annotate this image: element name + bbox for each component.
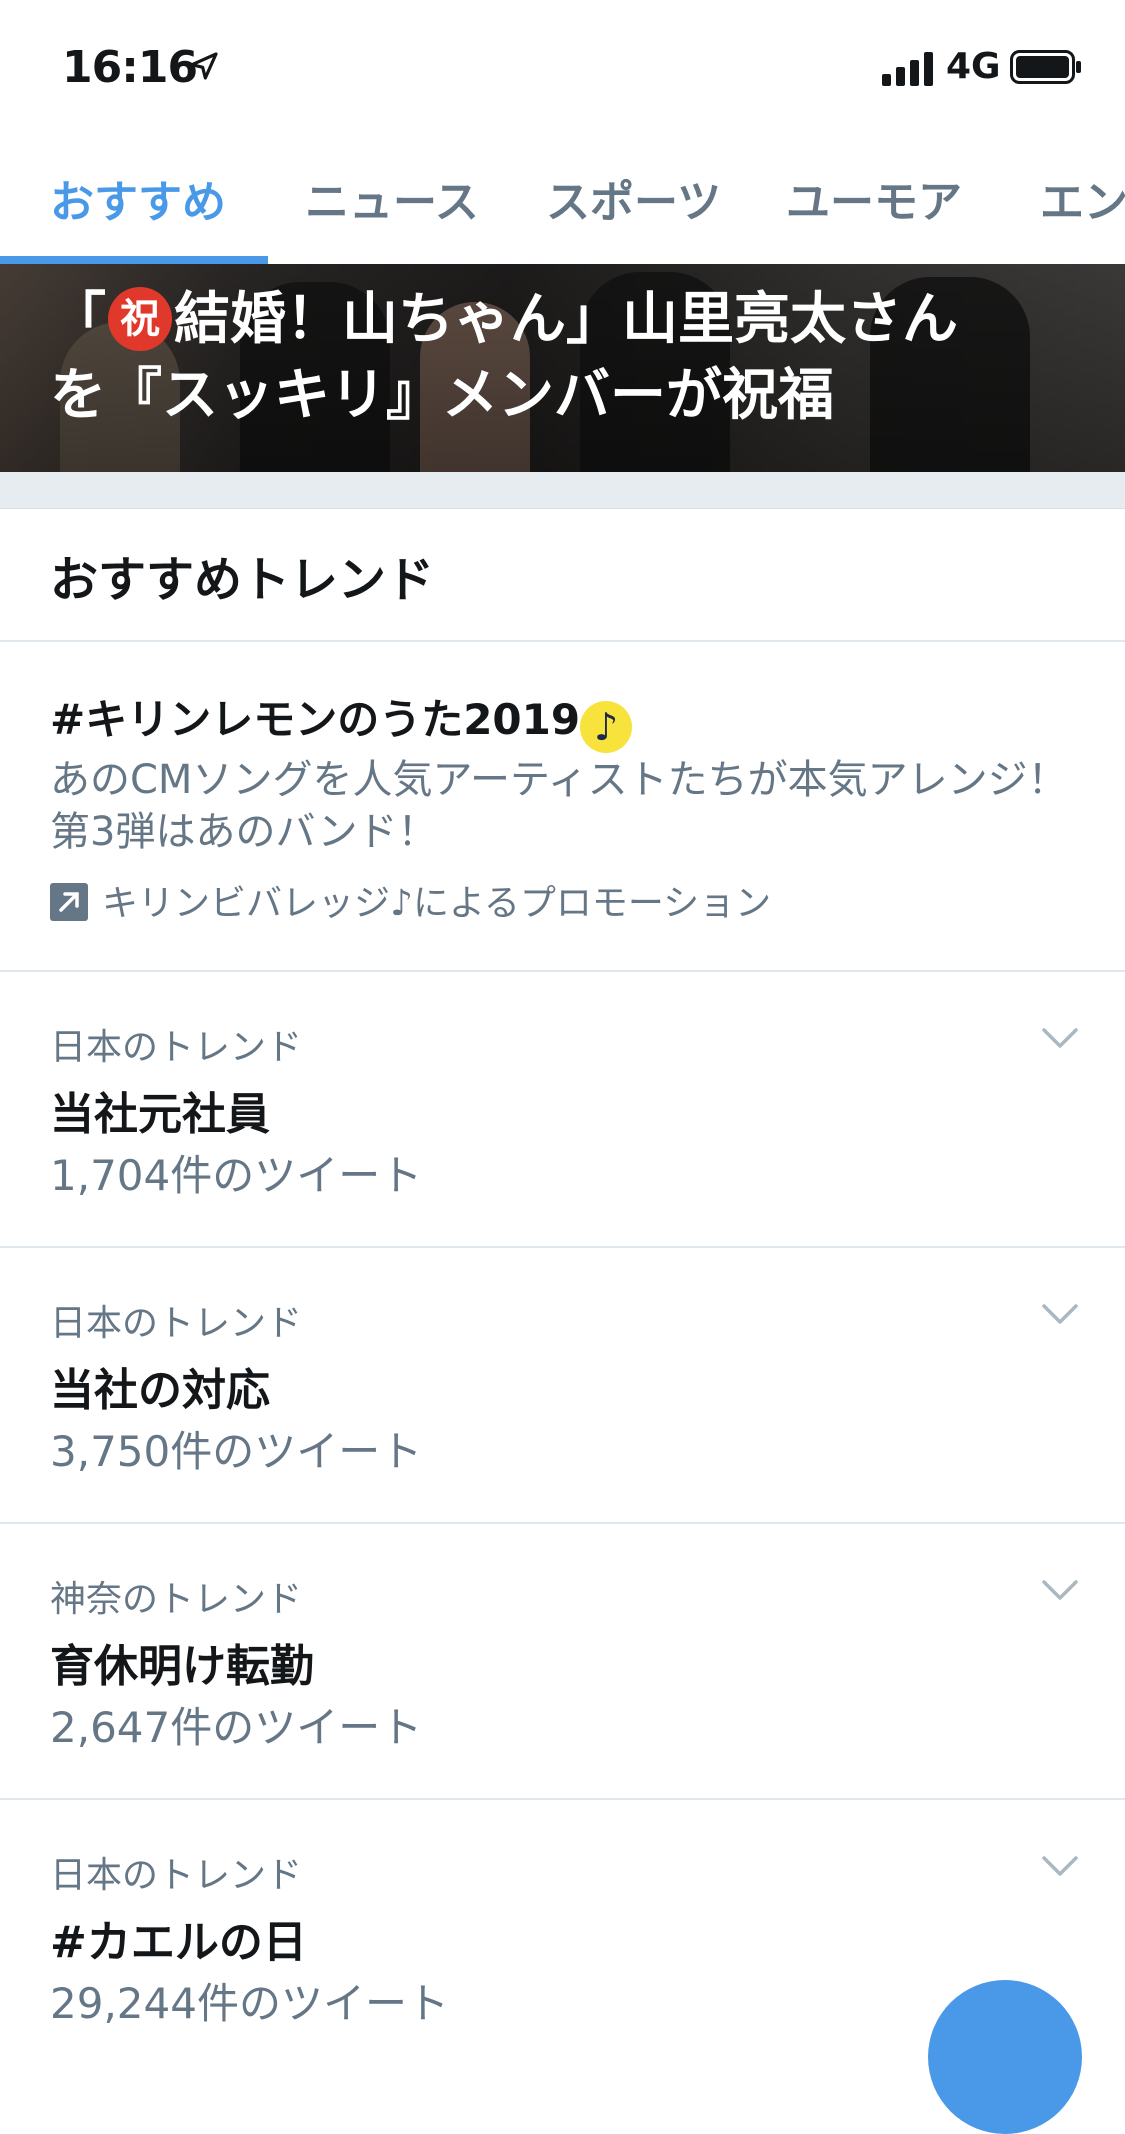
chevron-down-icon[interactable]	[1040, 1576, 1080, 1604]
trend-name: #カエルの日	[50, 1917, 307, 1968]
trend-context: 日本のトレンド	[50, 1027, 303, 1068]
hero-headline: 「祝結婚！山ちゃん」山里亮太さん を『スッキリ』メンバーが祝福	[50, 282, 1090, 434]
chevron-down-icon[interactable]	[1040, 1852, 1080, 1880]
divider	[0, 640, 1125, 642]
status-time: 16:16	[62, 42, 198, 93]
trend-tweet-count: 29,244件のツイート	[50, 1979, 449, 2028]
trend-name: 育休明け転勤	[50, 1641, 314, 1692]
trend-context: 日本のトレンド	[50, 1303, 303, 1344]
promoted-hashtag: #キリンレモンのうた2019 ♪	[50, 686, 633, 753]
trend-tweet-count: 2,647件のツイート	[50, 1703, 423, 1752]
section-title: おすすめトレンド	[50, 552, 435, 608]
trend-name: 当社の対応	[50, 1365, 270, 1416]
promoted-by: キリンビバレッジ♪によるプロモーション	[50, 874, 771, 924]
tab-osusume[interactable]: おすすめ	[50, 166, 226, 230]
promoted-arrow-icon	[50, 883, 88, 921]
location-arrow-icon	[190, 52, 218, 80]
tab-active-indicator	[0, 256, 268, 264]
trend-item[interactable]: 日本のトレンド 当社元社員 1,704件のツイート	[0, 972, 1125, 1248]
tab-entertainment[interactable]: エン	[1040, 166, 1125, 230]
hero-headline-line2: を『スッキリ』メンバーが祝福	[50, 363, 834, 428]
tab-news[interactable]: ニュース	[305, 166, 479, 230]
trend-name: 当社元社員	[50, 1089, 270, 1140]
tab-humor[interactable]: ユーモア	[786, 166, 962, 230]
hero-headline-line1: 結婚！山ちゃん」山里亮太さん	[174, 287, 958, 352]
trend-item[interactable]: 日本のトレンド 当社の対応 3,750件のツイート	[0, 1248, 1125, 1524]
promoted-hashtag-text: #キリンレモンのうた2019	[50, 695, 581, 744]
explore-tabs: おすすめ ニュース スポーツ ユーモア エン	[0, 150, 1125, 264]
tab-sports[interactable]: スポーツ	[546, 166, 721, 230]
hero-news-card[interactable]: 「祝結婚！山ちゃん」山里亮太さん を『スッキリ』メンバーが祝福	[0, 264, 1125, 472]
section-gap	[0, 472, 1125, 509]
trend-context: 神奈のトレンド	[50, 1579, 303, 1620]
chevron-down-icon[interactable]	[1040, 1300, 1080, 1328]
celebration-badge-icon: 祝	[108, 287, 172, 351]
battery-icon	[1010, 50, 1081, 84]
trend-context: 日本のトレンド	[50, 1855, 303, 1896]
promoted-by-label: キリンビバレッジ♪によるプロモーション	[102, 883, 772, 924]
trend-tweet-count: 1,704件のツイート	[50, 1151, 423, 1200]
promoted-description: あのCMソングを人気アーティストたちが本気アレンジ！第3弾はあのバンド！	[50, 757, 1068, 855]
chevron-down-icon[interactable]	[1040, 1024, 1080, 1052]
trend-item[interactable]: 神奈のトレンド 育休明け転勤 2,647件のツイート	[0, 1524, 1125, 1800]
network-type: 4G	[946, 46, 1001, 87]
signal-bars-icon	[882, 52, 933, 86]
hero-headline-prefix: 「	[50, 287, 106, 352]
compose-tweet-button[interactable]	[928, 1980, 1082, 2134]
music-note-icon: ♪	[580, 701, 633, 753]
status-bar: 16:16 4G	[0, 0, 1125, 130]
trend-tweet-count: 3,750件のツイート	[50, 1427, 423, 1476]
